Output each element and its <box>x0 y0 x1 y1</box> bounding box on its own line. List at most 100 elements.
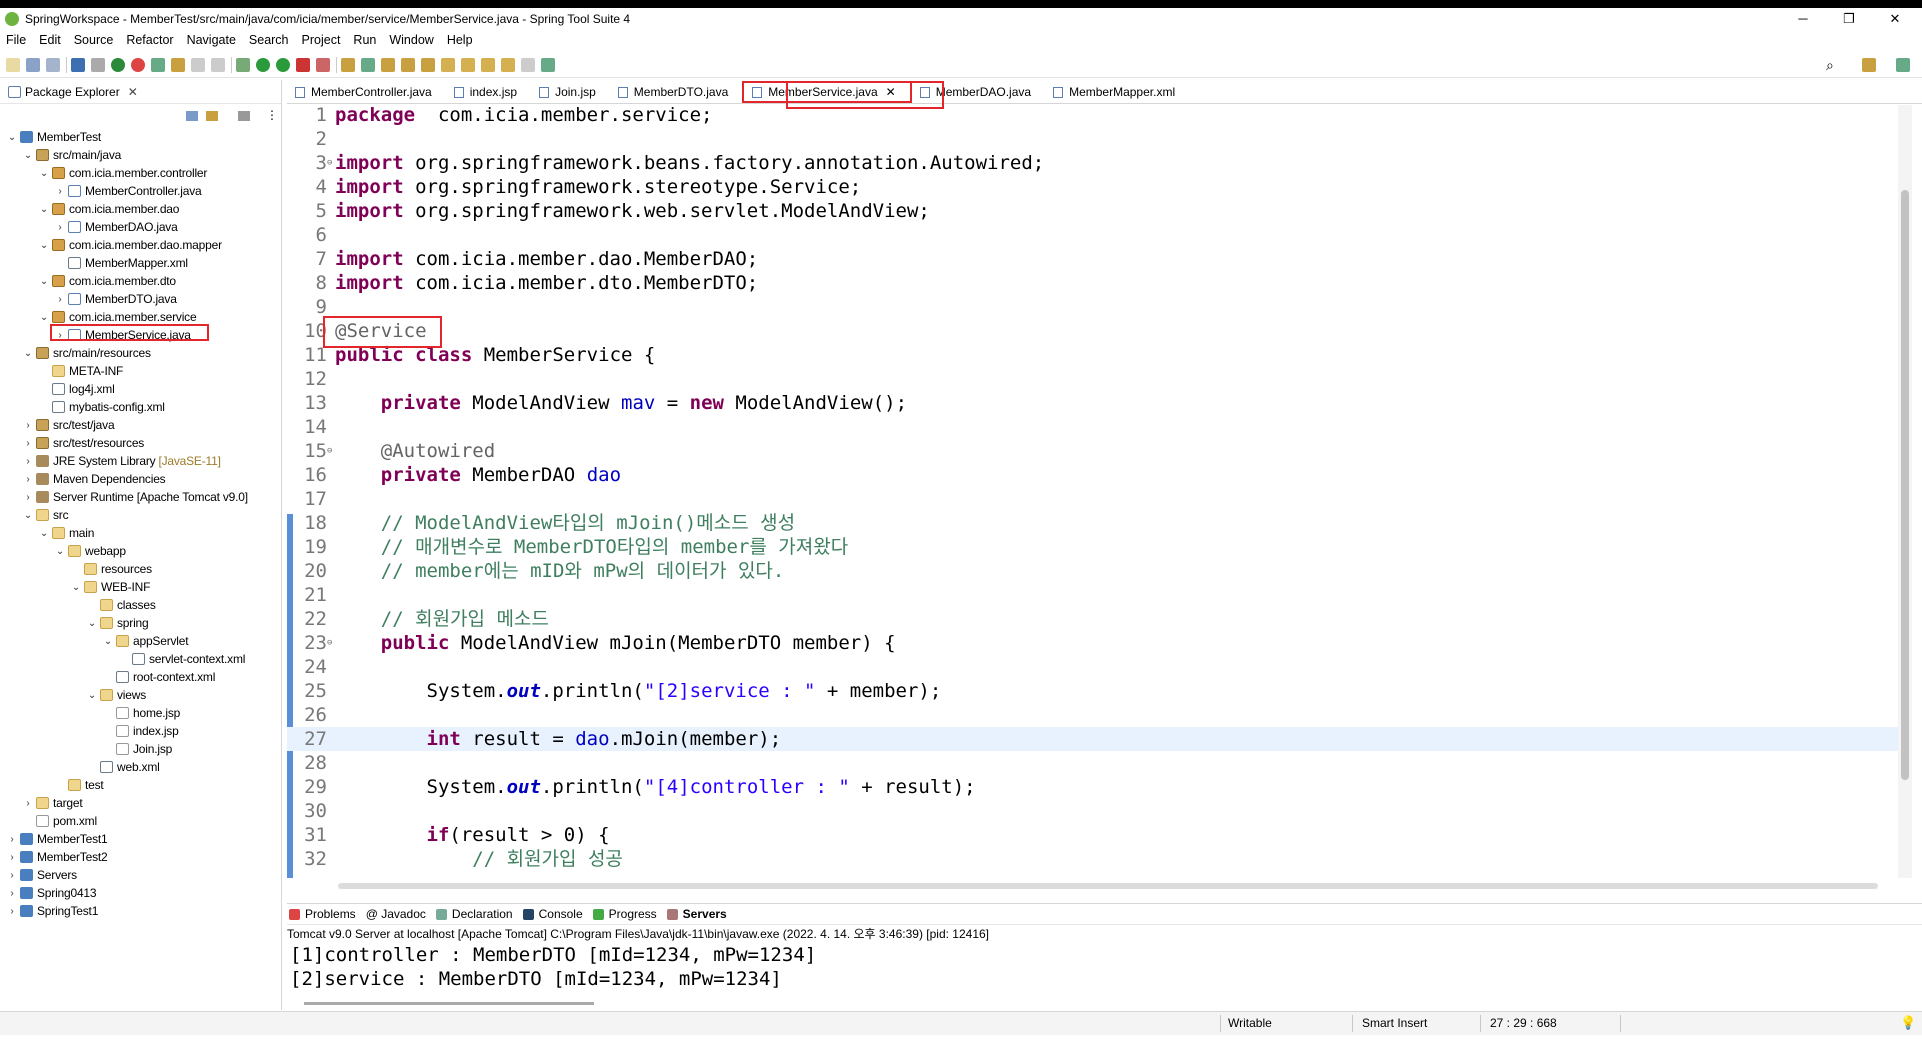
chevron-down-icon[interactable]: ⌄ <box>86 618 98 629</box>
tree-item[interactable]: ⌄ com.icia.member.dao <box>38 200 180 218</box>
fold-toggle-icon[interactable]: ⊖ <box>327 439 332 463</box>
editor-tab[interactable]: MemberDTO.java <box>610 81 742 103</box>
chevron-down-icon[interactable]: ⌄ <box>6 132 18 143</box>
code-line[interactable]: 5 import org.springframework.web.servlet.… <box>287 199 1907 223</box>
tree-item[interactable]: resources <box>70 560 152 578</box>
code-line[interactable]: 6 <box>287 223 1907 247</box>
menu-search[interactable]: Search <box>249 33 289 47</box>
tree-item[interactable]: ⌄ com.icia.member.dto <box>38 272 176 290</box>
view-menu-icon[interactable]: ⋮ <box>266 108 278 122</box>
chevron-right-icon[interactable]: › <box>22 798 34 809</box>
next-annotation-icon[interactable] <box>441 57 455 72</box>
stop-icon[interactable] <box>296 57 310 72</box>
code-line[interactable]: 14 <box>287 415 1907 439</box>
maximize-button[interactable]: ❐ <box>1826 8 1872 30</box>
java-perspective-icon[interactable] <box>1896 58 1910 72</box>
code-line[interactable]: 8 import com.icia.member.dto.MemberDTO; <box>287 271 1907 295</box>
toggle-mark-icon[interactable] <box>191 57 205 72</box>
menu-window[interactable]: Window <box>389 33 433 47</box>
code-line[interactable]: 31 if(result > 0) { <box>287 823 1907 847</box>
previous-annotation-icon[interactable] <box>461 57 475 72</box>
tree-item[interactable]: › Spring0413 <box>6 884 96 902</box>
tree-item[interactable]: mybatis-config.xml <box>38 398 165 416</box>
code-line[interactable]: 9 <box>287 295 1907 319</box>
chevron-down-icon[interactable]: ⌄ <box>54 546 66 557</box>
last-edit-icon[interactable] <box>481 57 495 72</box>
code-line[interactable]: 23 ⊖ public ModelAndView mJoin(MemberDTO … <box>287 631 1907 655</box>
tree-item[interactable]: › src/test/resources <box>22 434 144 452</box>
tree-item[interactable]: › src/test/java <box>22 416 114 434</box>
chevron-right-icon[interactable]: › <box>22 492 34 503</box>
tree-item[interactable]: pom.xml <box>22 812 97 830</box>
code-line[interactable]: 22 // 회원가입 메소드 <box>287 607 1907 631</box>
whitespace-icon[interactable] <box>211 57 225 72</box>
chevron-right-icon[interactable]: › <box>22 456 34 467</box>
tree-item[interactable]: log4j.xml <box>38 380 115 398</box>
scrollbar-thumb[interactable] <box>1901 190 1909 780</box>
coverage-icon[interactable] <box>276 57 290 72</box>
tree-item[interactable]: ⌄ spring <box>86 614 149 632</box>
search-icon[interactable]: ⌕ <box>1826 57 1834 74</box>
chevron-down-icon[interactable]: ⌄ <box>102 636 114 647</box>
tree-item[interactable]: test <box>54 776 104 794</box>
tree-item[interactable]: ⌄ MemberTest <box>6 128 101 146</box>
chevron-right-icon[interactable]: › <box>6 852 18 863</box>
editor-tab[interactable]: MemberController.java <box>287 81 446 103</box>
menu-edit[interactable]: Edit <box>39 33 61 47</box>
console-view-tab[interactable]: @ Javadoc <box>364 907 434 921</box>
chevron-down-icon[interactable]: ⌄ <box>22 510 34 521</box>
editor-tab[interactable]: Join.jsp <box>531 81 610 103</box>
tree-item[interactable]: ⌄ views <box>86 686 146 704</box>
tree-item[interactable]: classes <box>86 596 156 614</box>
code-line[interactable]: 25 System.out.println("[2]service : " + … <box>287 679 1907 703</box>
code-line[interactable]: 11 public class MemberService { <box>287 343 1907 367</box>
menu-refactor[interactable]: Refactor <box>126 33 173 47</box>
filter-icon[interactable] <box>238 111 250 121</box>
tree-item[interactable]: ⌄ appServlet <box>102 632 189 650</box>
menu-source[interactable]: Source <box>74 33 114 47</box>
tree-item[interactable]: › Maven Dependencies <box>22 470 165 488</box>
close-icon[interactable]: ✕ <box>128 85 138 99</box>
chevron-right-icon[interactable]: › <box>6 906 18 917</box>
tree-item[interactable]: root-context.xml <box>102 668 215 686</box>
chevron-right-icon[interactable]: › <box>22 438 34 449</box>
tip-lightbulb-icon[interactable]: 💡 <box>1900 1015 1916 1031</box>
code-line[interactable]: 7 import com.icia.member.dao.MemberDAO; <box>287 247 1907 271</box>
editor-vertical-scrollbar[interactable] <box>1898 105 1912 878</box>
chevron-right-icon[interactable]: › <box>6 834 18 845</box>
tree-item[interactable]: Join.jsp <box>102 740 172 758</box>
tree-item[interactable]: › SpringTest1 <box>6 902 98 920</box>
skip-breakpoints-icon[interactable] <box>91 57 105 72</box>
code-editor[interactable]: 1 package com.icia.member.service; 2 3 ⊖ impo… <box>287 105 1907 878</box>
console-view-tab[interactable]: Console <box>520 907 591 921</box>
code-line[interactable]: 28 <box>287 751 1907 775</box>
tree-item[interactable]: › MemberController.java <box>54 182 201 200</box>
code-line[interactable]: 13 private ModelAndView mav = new ModelA… <box>287 391 1907 415</box>
back-icon[interactable] <box>501 57 515 72</box>
menu-help[interactable]: Help <box>447 33 473 47</box>
code-line[interactable]: 15 ⊖ @Autowired <box>287 439 1907 463</box>
tree-item[interactable]: › MemberDTO.java <box>54 290 176 308</box>
search-file-icon[interactable] <box>421 57 435 72</box>
terminal-icon[interactable] <box>71 57 85 72</box>
tree-item[interactable]: ⌄ com.icia.member.controller <box>38 164 207 182</box>
chevron-right-icon[interactable]: › <box>6 888 18 899</box>
tree-item[interactable]: › JRE System Library [JavaSE-11] <box>22 452 220 470</box>
chevron-right-icon[interactable]: › <box>54 294 66 305</box>
console-view-tab[interactable]: Progress <box>591 907 665 921</box>
chevron-right-icon[interactable]: › <box>54 186 66 197</box>
chevron-down-icon[interactable]: ⌄ <box>70 582 82 593</box>
package-explorer-title[interactable]: Package Explorer <box>25 85 120 99</box>
code-line[interactable]: 29 System.out.println("[4]controller : "… <box>287 775 1907 799</box>
chevron-down-icon[interactable]: ⌄ <box>86 690 98 701</box>
minimize-button[interactable]: ─ <box>1780 8 1826 30</box>
tree-item[interactable]: › Server Runtime [Apache Tomcat v9.0] <box>22 488 248 506</box>
chevron-down-icon[interactable]: ⌄ <box>38 204 50 215</box>
tree-item[interactable]: META-INF <box>38 362 123 380</box>
chevron-down-icon[interactable]: ⌄ <box>22 150 34 161</box>
scrollbar-thumb[interactable] <box>338 883 1878 889</box>
editor-horizontal-scrollbar[interactable] <box>334 880 1894 892</box>
tree-item[interactable]: MemberMapper.xml <box>54 254 188 272</box>
tree-item[interactable]: › Servers <box>6 866 77 884</box>
code-line[interactable]: 19 // 매개변수로 MemberDTO타입의 member를 가져왔다 <box>287 535 1907 559</box>
